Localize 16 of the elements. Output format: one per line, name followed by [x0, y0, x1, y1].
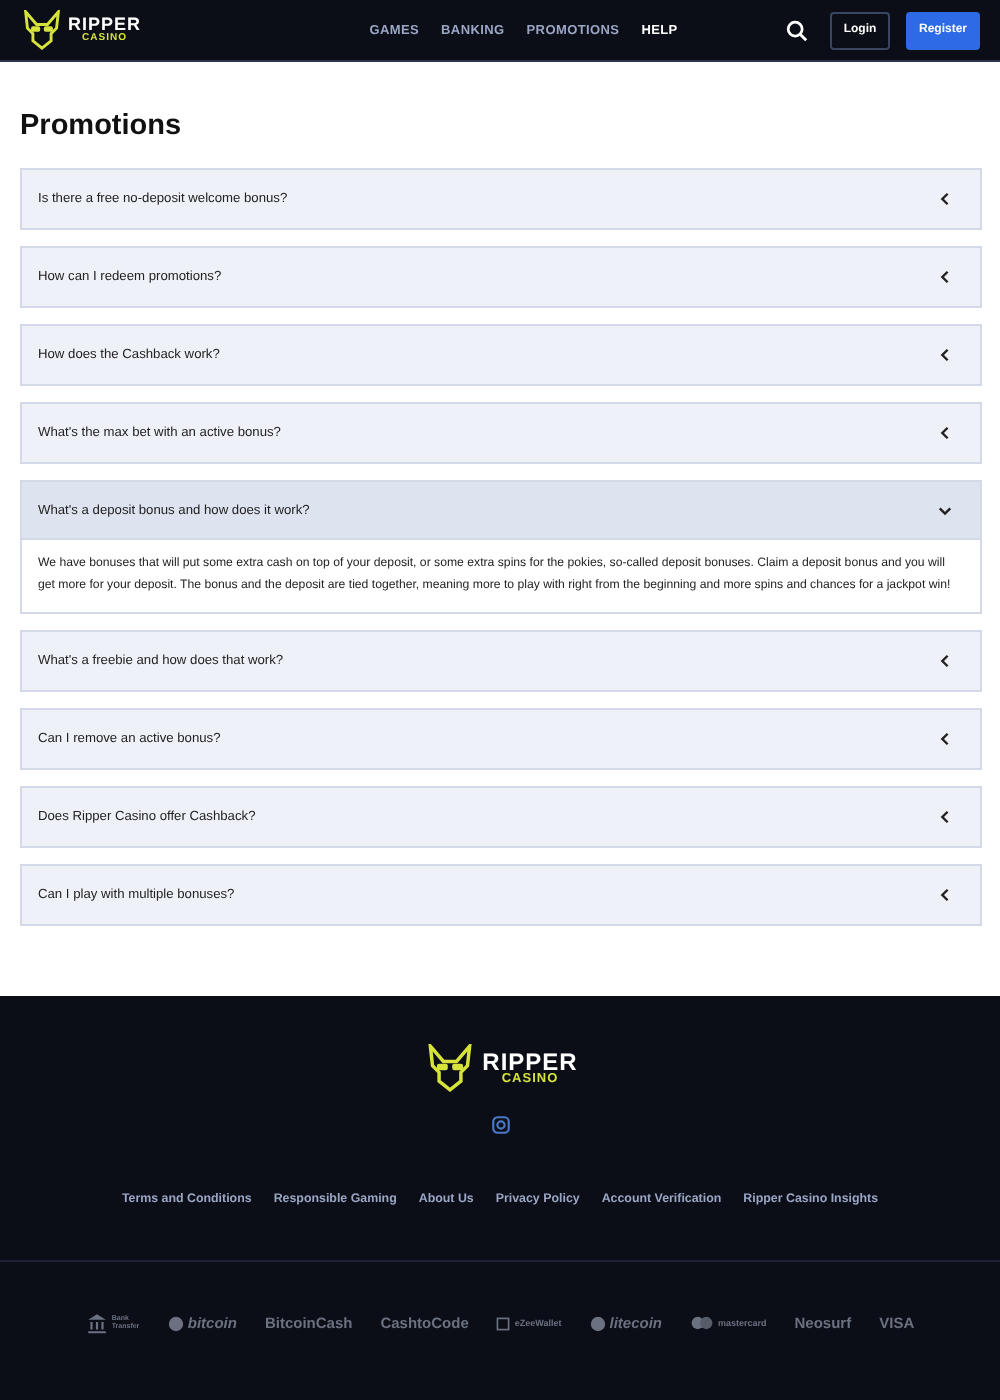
card-circles-icon	[690, 1316, 714, 1330]
chevron-left-icon	[938, 732, 952, 746]
chevron-left-icon	[938, 810, 952, 824]
chevron-left-icon	[938, 348, 952, 362]
chevron-left-icon	[938, 192, 952, 206]
instagram-icon[interactable]	[491, 1116, 509, 1134]
search-icon[interactable]	[786, 19, 808, 41]
chevron-left-icon	[938, 654, 952, 668]
coin-icon	[167, 1315, 184, 1331]
coin-icon	[589, 1315, 606, 1331]
chevron-left-icon	[938, 270, 952, 284]
page-title: Promotions	[20, 110, 184, 142]
chevron-left-icon	[938, 888, 952, 902]
bank-icon	[85, 1312, 108, 1334]
chevron-down-icon	[938, 503, 952, 517]
chevron-left-icon	[938, 426, 952, 440]
